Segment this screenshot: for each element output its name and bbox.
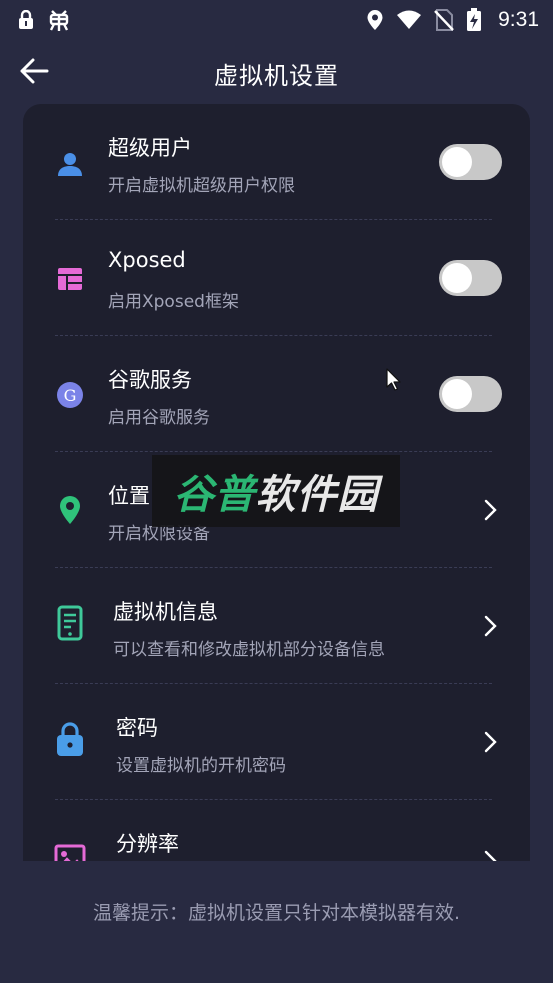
battery-charging-icon [467, 8, 482, 31]
no-sim-icon [434, 9, 454, 31]
watermark-part2: 软件园 [255, 472, 379, 518]
setting-subtitle: 开启虚拟机超级用户权限 [108, 176, 295, 196]
setting-title: 分辨率 [116, 832, 179, 856]
setting-google-services[interactable]: G 谷歌服务 启用谷歌服务 [23, 336, 530, 452]
chevron-right-icon [484, 850, 497, 861]
setting-title: 密码 [116, 716, 158, 740]
wifi-icon [397, 10, 422, 29]
app-bar: 虚拟机设置 [0, 42, 553, 100]
image-icon [53, 842, 87, 861]
setting-title: 虚拟机信息 [113, 600, 218, 624]
setting-subtitle: 可以查看和修改虚拟机部分设备信息 [113, 640, 385, 660]
setting-title: Xposed [108, 248, 186, 272]
chevron-right-icon [484, 615, 497, 637]
setting-xposed[interactable]: Xposed 启用Xposed框架 [23, 220, 530, 336]
lock-icon [19, 10, 33, 29]
google-icon: G [53, 378, 87, 412]
setting-title: 谷歌服务 [108, 368, 192, 392]
svg-text:G: G [64, 386, 77, 405]
setting-subtitle: 设置虚拟机的开机密码 [116, 756, 286, 776]
mouse-cursor-icon [386, 368, 401, 391]
watermark-logo: 谷普 软件园 [152, 455, 400, 527]
chevron-right-icon [484, 731, 497, 753]
user-icon [53, 147, 87, 181]
lock-icon [53, 722, 87, 756]
footer-hint: 温馨提示：虚拟机设置只针对本模拟器有效. [92, 902, 461, 924]
setting-vm-info[interactable]: 虚拟机信息 可以查看和修改虚拟机部分设备信息 [23, 568, 530, 684]
phone-info-icon [53, 605, 87, 641]
setting-password[interactable]: 密码 设置虚拟机的开机密码 [23, 684, 530, 800]
location-icon [367, 10, 383, 30]
chevron-right-icon [484, 499, 497, 521]
bug-icon [49, 10, 69, 31]
setting-subtitle: 启用Xposed框架 [108, 292, 239, 312]
status-time: 9:31 [498, 8, 539, 31]
super-user-toggle[interactable] [439, 144, 502, 180]
setting-title: 位置 [108, 484, 150, 508]
page-title: 虚拟机设置 [214, 62, 339, 90]
setting-subtitle: 启用谷歌服务 [108, 408, 210, 428]
setting-resolution[interactable]: 分辨率 [23, 800, 530, 861]
status-bar: 9:31 [0, 0, 553, 40]
grid-icon [53, 262, 87, 296]
location-pin-icon [53, 493, 87, 527]
google-services-toggle[interactable] [439, 376, 502, 412]
watermark-part1: 谷普 [173, 472, 256, 518]
xposed-toggle[interactable] [439, 260, 502, 296]
setting-title: 超级用户 [108, 136, 192, 160]
setting-super-user[interactable]: 超级用户 开启虚拟机超级用户权限 [23, 104, 530, 220]
